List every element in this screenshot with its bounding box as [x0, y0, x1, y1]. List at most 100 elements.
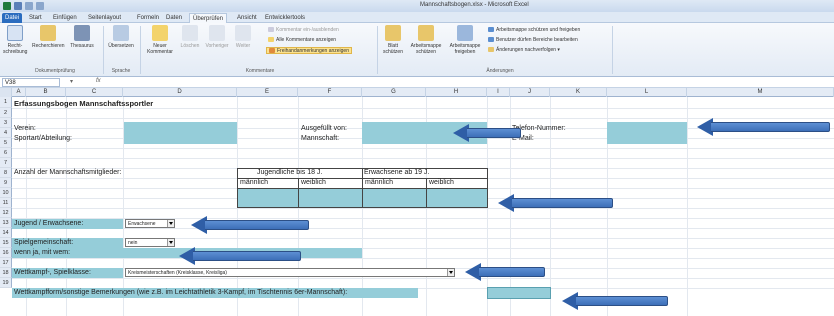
- tab-developer[interactable]: Entwicklertools: [262, 13, 308, 23]
- column-header[interactable]: M: [687, 88, 834, 97]
- thesaurus-button[interactable]: Thesaurus: [67, 25, 97, 49]
- chevron-down-icon[interactable]: [167, 220, 174, 227]
- chevron-down-icon[interactable]: [447, 269, 454, 276]
- label-spielgemeinschaft: Spielgemeinschaft:: [14, 239, 74, 246]
- allow-edit-ranges-button[interactable]: Benutzer dürfen Bereiche bearbeiten: [488, 37, 578, 44]
- row-header[interactable]: 10: [0, 188, 12, 198]
- row-header[interactable]: 8: [0, 168, 12, 178]
- column-header[interactable]: C: [66, 88, 123, 97]
- gridline: [12, 158, 834, 159]
- group-label-changes: Änderungen: [486, 68, 514, 74]
- redo-icon[interactable]: [36, 2, 44, 10]
- share-workbook-button[interactable]: Arbeitsmappe freigeben: [446, 25, 484, 55]
- protect-sheet-button[interactable]: Blatt schützen: [380, 25, 406, 55]
- show-all-comments-button[interactable]: Alle Kommentare anzeigen: [268, 37, 336, 44]
- research-button[interactable]: Recherchieren: [32, 25, 65, 49]
- input-jugend-maennlich[interactable]: [238, 189, 298, 207]
- column-header[interactable]: F: [298, 88, 362, 97]
- ribbon-separator: [103, 26, 104, 74]
- spielgemeinschaft-dropdown[interactable]: nein: [125, 238, 175, 247]
- row-header[interactable]: 9: [0, 178, 12, 188]
- input-telefon-email[interactable]: [607, 122, 687, 144]
- dropdown-value: nein: [128, 240, 138, 246]
- spelling-button[interactable]: Recht- schreibung: [3, 25, 27, 55]
- protect-sheet-icon: [385, 25, 401, 41]
- sheet-title: Erfassungsbogen Mannschaftssportler: [14, 99, 154, 108]
- dropdown-value: Erwachsene: [128, 221, 156, 227]
- label-wenn-ja: wenn ja, mit wem:: [14, 249, 71, 256]
- row-header[interactable]: 1: [0, 97, 12, 108]
- input-erw-weiblich[interactable]: [427, 189, 487, 207]
- tab-formulas[interactable]: Formeln: [134, 13, 162, 23]
- protect-share-icon: [488, 27, 494, 33]
- column-header[interactable]: K: [550, 88, 607, 97]
- row-header[interactable]: 3: [0, 118, 12, 128]
- translate-button[interactable]: Übersetzen: [106, 25, 136, 49]
- chevron-down-icon[interactable]: [167, 239, 174, 246]
- wettkampf-dropdown[interactable]: Kreismeisterschaften (Kreisklasse, Kreis…: [125, 268, 455, 277]
- column-header[interactable]: D: [123, 88, 237, 97]
- column-header[interactable]: I: [487, 88, 510, 97]
- label-sportart: Sportart/Abteilung:: [14, 135, 72, 142]
- row-header[interactable]: 19: [0, 278, 12, 288]
- group-label-comments: Kommentare: [245, 68, 275, 74]
- formula-bar: V38 ▾ fx: [0, 77, 834, 88]
- tab-file[interactable]: Datei: [2, 13, 23, 23]
- tab-review[interactable]: Überprüfen: [189, 13, 228, 23]
- input-erw-maennlich[interactable]: [363, 189, 426, 207]
- column-header[interactable]: G: [362, 88, 426, 97]
- new-comment-button[interactable]: Neuer Kommentar: [143, 25, 177, 55]
- previous-comment-button[interactable]: Vorheriger: [203, 25, 231, 49]
- column-header[interactable]: H: [426, 88, 487, 97]
- column-header[interactable]: L: [607, 88, 687, 97]
- row-header[interactable]: 6: [0, 148, 12, 158]
- input-jugend-weiblich[interactable]: [299, 189, 362, 207]
- row-header[interactable]: 16: [0, 248, 12, 258]
- tab-insert[interactable]: Einfügen: [50, 13, 80, 23]
- previous-comment-label: Vorheriger: [205, 43, 229, 49]
- row-header[interactable]: 13: [0, 218, 12, 228]
- ribbon-separator: [377, 26, 378, 74]
- tab-page-layout[interactable]: Seitenlayout: [85, 13, 124, 23]
- fx-icon[interactable]: fx: [96, 78, 101, 84]
- row-header[interactable]: 4: [0, 128, 12, 138]
- gridline: [66, 97, 67, 316]
- row-header[interactable]: 14: [0, 228, 12, 238]
- protect-workbook-label: Arbeitsmappe schützen: [410, 43, 442, 55]
- row-header[interactable]: 17: [0, 258, 12, 268]
- column-header[interactable]: J: [510, 88, 550, 97]
- header-jugend: Jugendliche bis 18 J.: [257, 169, 323, 176]
- research-label: Recherchieren: [32, 43, 65, 49]
- column-header[interactable]: B: [26, 88, 66, 97]
- column-header[interactable]: A: [12, 88, 26, 97]
- protect-share-button[interactable]: Arbeitsmappe schützen und freigeben: [488, 27, 580, 34]
- delete-comment-button[interactable]: Löschen: [178, 25, 202, 49]
- name-box-dropdown-icon[interactable]: ▾: [70, 78, 73, 85]
- row-header[interactable]: 18: [0, 268, 12, 278]
- row-header[interactable]: 11: [0, 198, 12, 208]
- save-icon[interactable]: [14, 2, 22, 10]
- row-header[interactable]: 5: [0, 138, 12, 148]
- select-all-corner[interactable]: [0, 88, 12, 97]
- track-changes-button[interactable]: Änderungen nachverfolgen ▾: [488, 47, 560, 54]
- jugend-erwachsene-dropdown[interactable]: Erwachsene: [125, 219, 175, 228]
- allow-edit-icon: [488, 37, 494, 43]
- tab-data[interactable]: Daten: [163, 13, 185, 23]
- row-header[interactable]: 12: [0, 208, 12, 218]
- tab-view[interactable]: Ansicht: [234, 13, 260, 23]
- input-verein-sportart[interactable]: [124, 122, 237, 144]
- protect-workbook-button[interactable]: Arbeitsmappe schützen: [407, 25, 445, 55]
- row-header[interactable]: 15: [0, 238, 12, 248]
- input-wettkampfform[interactable]: [487, 287, 551, 299]
- row-header[interactable]: 2: [0, 108, 12, 118]
- column-header[interactable]: E: [237, 88, 298, 97]
- ribbon-separator: [140, 26, 141, 74]
- gridline: [12, 258, 834, 259]
- next-comment-button[interactable]: Weiter: [232, 25, 254, 49]
- show-hide-comment-button[interactable]: Kommentar ein-/ausblenden: [268, 27, 339, 34]
- name-box[interactable]: V38: [2, 78, 60, 87]
- show-ink-button[interactable]: Freihandanmerkungen anzeigen: [266, 47, 352, 54]
- row-header[interactable]: 7: [0, 158, 12, 168]
- tab-start[interactable]: Start: [26, 13, 45, 23]
- undo-icon[interactable]: [25, 2, 33, 10]
